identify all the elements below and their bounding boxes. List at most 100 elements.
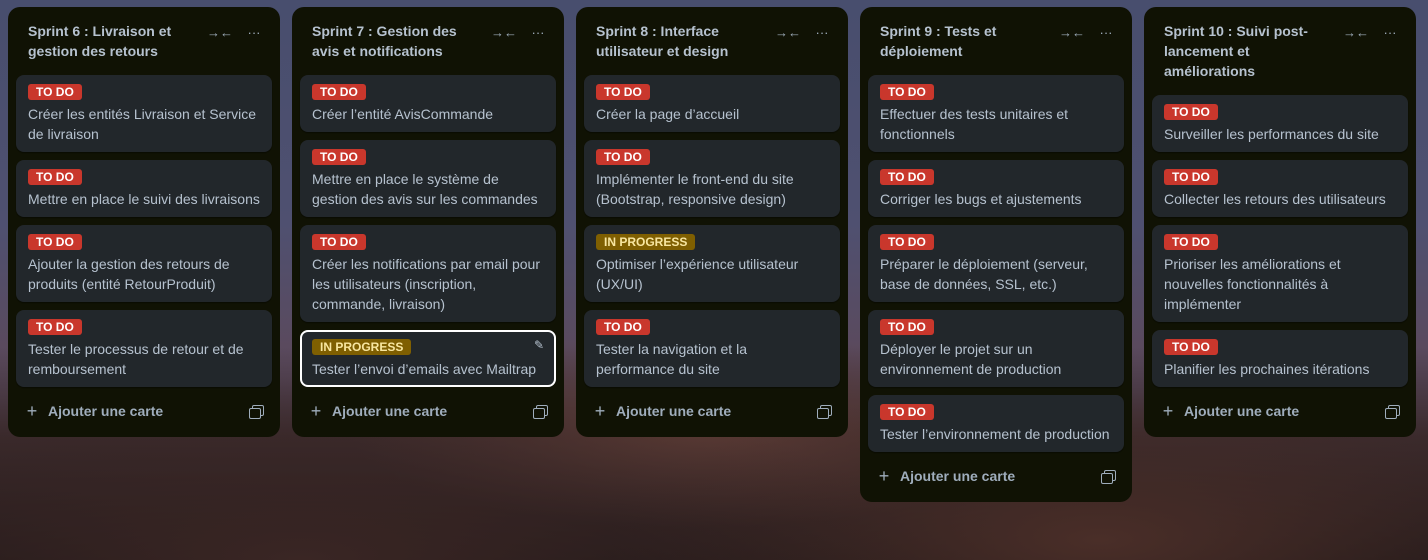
list-footer: + Ajouter une carte [300, 387, 556, 437]
card-title: Tester l’envoi d’emails avec Mailtrap [312, 361, 537, 377]
card-selected[interactable]: IN PROGRESS ✎ Tester l’envoi d’emails av… [300, 330, 556, 387]
plus-icon: + [26, 401, 38, 421]
card[interactable]: TO DO Ajouter la gestion des retours de … [16, 225, 272, 302]
list-header: Sprint 8 : Interface utilisateur et desi… [584, 15, 840, 75]
card-list: TO DO Créer la page d’accueil TO DO Impl… [584, 75, 840, 387]
add-card-label: Ajouter une carte [900, 468, 1016, 484]
ellipsis-icon[interactable]: ··· [1376, 21, 1404, 43]
add-card-label: Ajouter une carte [1184, 403, 1300, 419]
add-card-button[interactable]: + Ajouter une carte [1160, 401, 1300, 421]
template-icon[interactable] [248, 403, 264, 419]
card[interactable]: TO DO Prioriser les améliorations et nou… [1152, 225, 1408, 322]
card[interactable]: TO DO Déployer le projet sur un environn… [868, 310, 1124, 387]
add-card-button[interactable]: + Ajouter une carte [24, 401, 163, 421]
list-sprint-7: Sprint 7 : Gestion des avis et notificat… [292, 7, 564, 437]
status-badge: TO DO [880, 234, 934, 250]
card[interactable]: TO DO Préparer le déploiement (serveur, … [868, 225, 1124, 302]
card[interactable]: TO DO Mettre en place le suivi des livra… [16, 160, 272, 217]
add-card-button[interactable]: + Ajouter une carte [592, 401, 731, 421]
card-title: Collecter les retours des utilisateurs [1164, 191, 1386, 207]
list-footer: + Ajouter une carte [1152, 387, 1408, 437]
card-title: Prioriser les améliorations et nouvelles… [1164, 256, 1341, 312]
plus-icon: + [594, 401, 606, 421]
plus-icon: + [1162, 401, 1174, 421]
list-title[interactable]: Sprint 9 : Tests et déploiement [880, 21, 1040, 61]
card-list: TO DO Créer les entités Livraison et Ser… [16, 75, 272, 387]
card[interactable]: TO DO Créer les notifications par email … [300, 225, 556, 322]
card-title: Effectuer des tests unitaires et fonctio… [880, 106, 1069, 142]
status-badge: TO DO [1164, 234, 1218, 250]
card[interactable]: TO DO Créer la page d’accueil [584, 75, 840, 132]
card[interactable]: TO DO Créer l’entité AvisCommande [300, 75, 556, 132]
ellipsis-icon[interactable]: ··· [524, 21, 552, 43]
card[interactable]: TO DO Corriger les bugs et ajustements [868, 160, 1124, 217]
card-list: TO DO Surveiller les performances du sit… [1152, 95, 1408, 387]
list-header: Sprint 7 : Gestion des avis et notificat… [300, 15, 556, 75]
status-badge: TO DO [312, 234, 366, 250]
status-badge: TO DO [596, 319, 650, 335]
card-title: Tester le processus de retour et de remb… [28, 341, 244, 377]
card[interactable]: TO DO Surveiller les performances du sit… [1152, 95, 1408, 152]
card[interactable]: TO DO Effectuer des tests unitaires et f… [868, 75, 1124, 152]
list-title[interactable]: Sprint 6 : Livraison et gestion des reto… [28, 21, 188, 61]
card[interactable]: TO DO Mettre en place le système de gest… [300, 140, 556, 217]
status-badge: TO DO [880, 319, 934, 335]
card-list: TO DO Effectuer des tests unitaires et f… [868, 75, 1124, 452]
list-sprint-6: Sprint 6 : Livraison et gestion des reto… [8, 7, 280, 437]
card-title: Mettre en place le suivi des livraisons [28, 191, 260, 207]
list-header: Sprint 10 : Suivi post-lancement et amél… [1152, 15, 1408, 95]
card[interactable]: TO DO Implémenter le front-end du site (… [584, 140, 840, 217]
card-title: Tester l’environnement de production [880, 426, 1110, 442]
plus-icon: + [310, 401, 322, 421]
card[interactable]: IN PROGRESS Optimiser l’expérience utili… [584, 225, 840, 302]
card-title: Surveiller les performances du site [1164, 126, 1379, 142]
card-title: Mettre en place le système de gestion de… [312, 171, 538, 207]
add-card-button[interactable]: + Ajouter une carte [308, 401, 448, 421]
collapse-arrows-icon[interactable]: →← [490, 21, 518, 43]
status-badge: TO DO [28, 319, 82, 335]
status-badge: TO DO [596, 149, 650, 165]
template-icon[interactable] [816, 403, 832, 419]
status-badge: TO DO [880, 404, 934, 420]
card-title: Ajouter la gestion des retours de produi… [28, 256, 230, 292]
status-badge: TO DO [28, 84, 82, 100]
list-footer: + Ajouter une carte [16, 387, 272, 437]
template-icon[interactable] [532, 403, 548, 419]
ellipsis-icon[interactable]: ··· [240, 21, 268, 43]
ellipsis-icon[interactable]: ··· [808, 21, 836, 43]
status-badge: IN PROGRESS [596, 234, 696, 250]
card[interactable]: TO DO Tester le processus de retour et d… [16, 310, 272, 387]
card-title: Créer l’entité AvisCommande [312, 106, 494, 122]
status-badge: TO DO [1164, 104, 1218, 120]
template-icon[interactable] [1384, 403, 1400, 419]
card-title: Créer la page d’accueil [596, 106, 740, 122]
collapse-arrows-icon[interactable]: →← [206, 21, 234, 43]
list-title[interactable]: Sprint 8 : Interface utilisateur et desi… [596, 21, 756, 61]
add-card-label: Ajouter une carte [332, 403, 448, 419]
card[interactable]: TO DO Créer les entités Livraison et Ser… [16, 75, 272, 152]
card[interactable]: TO DO Tester l’environnement de producti… [868, 395, 1124, 452]
card[interactable]: TO DO Tester la navigation et la perform… [584, 310, 840, 387]
collapse-arrows-icon[interactable]: →← [774, 21, 802, 43]
list-footer: + Ajouter une carte [584, 387, 840, 437]
status-badge: TO DO [28, 234, 82, 250]
ellipsis-icon[interactable]: ··· [1092, 21, 1120, 43]
card-title: Planifier les prochaines itérations [1164, 361, 1370, 377]
list-header: Sprint 6 : Livraison et gestion des reto… [16, 15, 272, 75]
list-title[interactable]: Sprint 10 : Suivi post-lancement et amél… [1164, 21, 1324, 81]
status-badge: TO DO [880, 169, 934, 185]
list-title[interactable]: Sprint 7 : Gestion des avis et notificat… [312, 21, 472, 61]
card[interactable]: TO DO Collecter les retours des utilisat… [1152, 160, 1408, 217]
card-title: Tester la navigation et la performance d… [596, 341, 747, 377]
card[interactable]: TO DO Planifier les prochaines itération… [1152, 330, 1408, 387]
template-icon[interactable] [1100, 468, 1116, 484]
list-header: Sprint 9 : Tests et déploiement →← ··· [868, 15, 1124, 75]
add-card-button[interactable]: + Ajouter une carte [876, 467, 1016, 485]
collapse-arrows-icon[interactable]: →← [1058, 21, 1086, 43]
board: Sprint 6 : Livraison et gestion des reto… [0, 0, 1428, 560]
pencil-icon[interactable]: ✎ [532, 338, 546, 352]
status-badge: TO DO [596, 84, 650, 100]
collapse-arrows-icon[interactable]: →← [1342, 21, 1370, 43]
list-sprint-8: Sprint 8 : Interface utilisateur et desi… [576, 7, 848, 437]
list-sprint-10: Sprint 10 : Suivi post-lancement et amél… [1144, 7, 1416, 437]
